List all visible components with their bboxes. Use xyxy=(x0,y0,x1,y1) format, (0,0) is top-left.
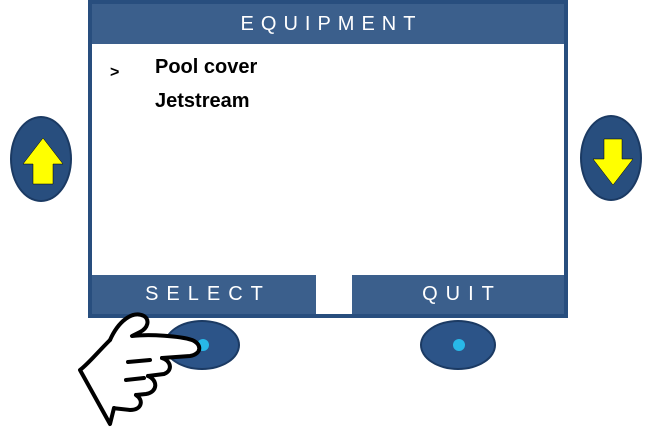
pointing-hand-icon xyxy=(78,312,202,426)
scroll-up-button[interactable] xyxy=(10,116,72,202)
arrow-down-icon xyxy=(592,138,634,186)
quit-softkey-label: QUIT xyxy=(352,275,564,314)
selection-cursor: > xyxy=(110,64,120,81)
menu-item-label: Jetstream xyxy=(155,90,250,112)
arrow-up-icon xyxy=(22,137,64,185)
quit-button[interactable] xyxy=(420,320,496,370)
equipment-display: EQUIPMENT > Pool cover Jetstream SELECT … xyxy=(88,0,568,318)
scroll-down-button[interactable] xyxy=(580,115,642,201)
button-indicator-dot xyxy=(453,339,465,351)
menu-item-label: Pool cover xyxy=(155,56,258,78)
menu-item-jetstream[interactable]: Jetstream xyxy=(92,84,564,118)
equipment-menu: > Pool cover Jetstream xyxy=(92,50,564,118)
screen-title: EQUIPMENT xyxy=(92,4,564,44)
menu-item-pool-cover[interactable]: > Pool cover xyxy=(92,50,564,84)
